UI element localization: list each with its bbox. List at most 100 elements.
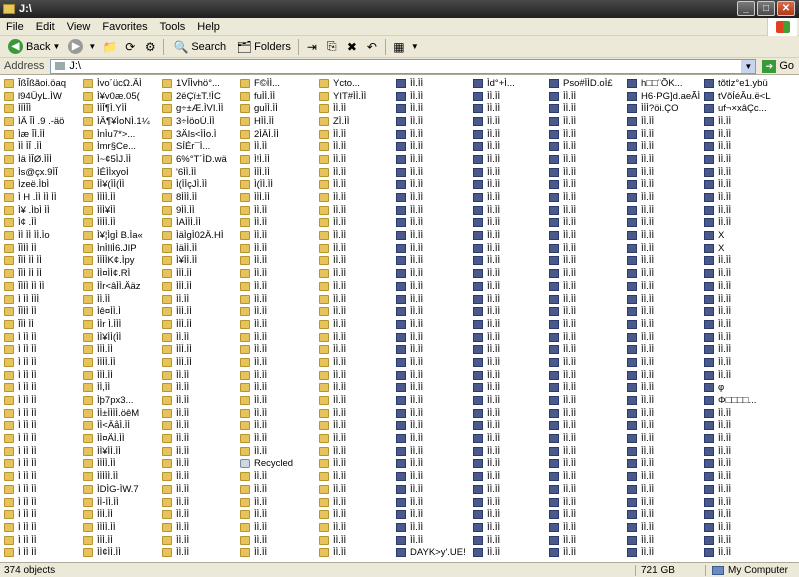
file-item[interactable]: ÌÌ.ÌÌ <box>627 293 705 306</box>
file-item[interactable]: ÌÌ.ÌÌ <box>319 255 397 268</box>
file-item[interactable]: Ì(ÌÌ.ÌÌ <box>240 179 318 192</box>
file-item[interactable]: Ì¥ÌÌ.ÌÌ <box>162 255 240 268</box>
file-item[interactable]: ÌnÌu7*>... <box>83 128 161 141</box>
file-item[interactable]: ÌÌ¢ÌÌ.ÌÌ <box>83 546 161 559</box>
file-item[interactable]: ÎÌÌ ÌÌ ÌÌ <box>4 267 82 280</box>
file-item[interactable]: Ì ÌÌ ÌÌÌ <box>4 293 82 306</box>
file-item[interactable]: ÌÌ.ÌÌ <box>473 318 551 331</box>
file-item[interactable]: fuÌÌ.ÌÌ <box>240 90 318 103</box>
file-item[interactable]: ÌÌ.ÌÌ <box>473 229 551 242</box>
file-item[interactable]: ÌÌ.ÌÌ <box>162 458 240 471</box>
minimize-button[interactable]: _ <box>737 1 755 16</box>
file-item[interactable]: ÌÌ.ÌÌ <box>549 331 627 344</box>
file-item[interactable]: 1VÎÌvhö°... <box>162 77 240 90</box>
file-item[interactable]: ÌÌ.ÌÌ <box>704 483 782 496</box>
file-item[interactable]: ÌÌ.ÌÌ <box>627 305 705 318</box>
file-item[interactable]: ÌÌ.ÌÌ <box>704 318 782 331</box>
file-item[interactable]: guÌÌ.ÌÌ <box>240 102 318 115</box>
file-item[interactable]: Φ□□□□... <box>704 394 782 407</box>
file-item[interactable]: ÌÌ¤ÌÌ¢.RÌ <box>83 267 161 280</box>
file-item[interactable]: ÌÌ.ÌÌ <box>240 382 318 395</box>
file-item[interactable]: ÌÌ.ÌÌ <box>704 217 782 230</box>
file-item[interactable]: ÌÌ.ÌÌ <box>704 293 782 306</box>
file-item[interactable]: X <box>704 229 782 242</box>
file-item[interactable]: ÌÌ.ÌÌ <box>549 356 627 369</box>
file-item[interactable]: ÌÌ.ÌÌ <box>396 305 474 318</box>
file-item[interactable]: ÌÌÌ.ÌÌ <box>162 267 240 280</box>
file-item[interactable]: ÌDÌG-ÌW.7 <box>83 483 161 496</box>
file-item[interactable]: ÌÌ,ÌÌ <box>83 382 161 395</box>
file-item[interactable]: ÌÌ.ÌÌ <box>319 267 397 280</box>
file-item[interactable]: ÎÌÌ ÌÌ ÌÌ <box>4 255 82 268</box>
file-item[interactable]: ÌÌÌÌ.ÌÌ <box>83 191 161 204</box>
file-item[interactable]: ÌÌ.ÌÌ <box>396 153 474 166</box>
file-item[interactable]: ÌÌÌÌ.ÌÌ <box>83 521 161 534</box>
file-item[interactable]: ÌÌ.ÌÌ <box>473 191 551 204</box>
file-item[interactable]: ÌAÌÌÌ.ÌÌ <box>162 217 240 230</box>
file-item[interactable]: ÌÌ.ÌÌ <box>240 204 318 217</box>
file-item[interactable]: ÌÌ.ÌÌ <box>240 255 318 268</box>
file-item[interactable]: φ <box>704 382 782 395</box>
file-item[interactable]: ÌÌ.ÌÌ <box>319 420 397 433</box>
file-item[interactable]: ÌÌ.ÌÌ <box>473 217 551 230</box>
file-item[interactable]: ÌÌ.ÌÌ <box>549 179 627 192</box>
file-item[interactable]: ÌÌÌ.ÌÌ <box>162 280 240 293</box>
file-item[interactable]: ÌÄ¶¥ÌoNÌ.1¼ <box>83 115 161 128</box>
file-item[interactable]: ÌÌ.ÌÌ <box>473 546 551 559</box>
file-item[interactable]: ÌÌ.ÌÌ <box>473 445 551 458</box>
file-item[interactable]: ÌäÌÌ.ÌÌ <box>162 242 240 255</box>
close-button[interactable]: ✕ <box>777 1 795 16</box>
file-item[interactable]: ÌÌ.ÌÌ <box>704 470 782 483</box>
file-item[interactable]: ÌÌ.ÌÌ <box>396 102 474 115</box>
file-item[interactable]: ÌÌ.ÌÌ <box>396 432 474 445</box>
file-item[interactable]: ÌÌ.ÌÌ <box>627 546 705 559</box>
menu-help[interactable]: Help <box>191 21 226 33</box>
file-item[interactable]: ÌÌÌÌ.ÌÌ <box>83 356 161 369</box>
file-item[interactable]: ÌÌ.ÌÌ <box>240 331 318 344</box>
file-item[interactable]: ÌÌÌ.ÌÌ <box>162 305 240 318</box>
file-item[interactable]: ÌÌ.ÌÌ <box>549 445 627 458</box>
file-item[interactable]: ÌÌ.ÌÌ <box>627 255 705 268</box>
file-item[interactable]: Ì ÌÌ ÌÌ <box>4 445 82 458</box>
file-item[interactable]: ÌÄ ÎÌ .9 .-äö <box>4 115 82 128</box>
file-item[interactable]: ÌÌ.ÌÌ <box>396 115 474 128</box>
file-item[interactable]: ÌÌ.ÌÌ <box>473 242 551 255</box>
file-item[interactable]: ÌÌ.ÌÌ <box>240 420 318 433</box>
file-item[interactable]: ÌÌ.ÌÌ <box>704 445 782 458</box>
go-button[interactable]: ➔ Go <box>762 59 794 73</box>
file-item[interactable]: ÌÌ.ÌÌ <box>549 217 627 230</box>
file-item[interactable]: ÌÌ.ÌÌ <box>549 128 627 141</box>
file-item[interactable]: g÷±Æ.ÌVI.ÌÌ <box>162 102 240 115</box>
address-input[interactable]: J:\ ▼ <box>50 58 757 74</box>
file-item[interactable]: 9ÌÌ.ÌÌ <box>162 204 240 217</box>
file-item[interactable]: ÌÌ.ÌÌ <box>319 369 397 382</box>
file-item[interactable]: ÌÌ.ÌÌ <box>549 483 627 496</box>
file-item[interactable]: ÌÌ.ÌÌ <box>473 420 551 433</box>
file-item[interactable]: ÌÌ.ÌÌ <box>319 166 397 179</box>
file-item[interactable]: ÌÌ.ÌÌ <box>704 521 782 534</box>
file-item[interactable]: ÌÌ.ÌÌ <box>396 128 474 141</box>
file-item[interactable]: Ì ÌÌ ÌÌ <box>4 432 82 445</box>
file-item[interactable]: ÌÌ.ÌÌ <box>627 420 705 433</box>
file-item[interactable]: ÌÌÌÌÌ.ÌÌ <box>83 470 161 483</box>
file-item[interactable]: Ì~¢5ÌJ.ÌÌ <box>83 153 161 166</box>
file-item[interactable]: ÌÌ.ÌÌ <box>473 496 551 509</box>
file-item[interactable]: ÌÌ.ÌÌ <box>704 458 782 471</box>
file-item[interactable]: ÌÌÌ.ÌÌ <box>240 166 318 179</box>
file-item[interactable]: Ì ÌÌ ÌÌ <box>4 420 82 433</box>
file-item[interactable]: ÌÌ.ÌÌ <box>319 331 397 344</box>
file-item[interactable]: ÌÌ.ÌÌ <box>240 305 318 318</box>
file-item[interactable]: ÌÌ.ÌÌ <box>704 115 782 128</box>
file-item[interactable]: ÌÌ.ÌÌ <box>627 166 705 179</box>
file-item[interactable]: 2ëÇï±T.!ÌC <box>162 90 240 103</box>
file-item[interactable]: ÌÌ.ÌÌ <box>704 420 782 433</box>
file-item[interactable]: ÌÌ.ÌÌ <box>473 407 551 420</box>
file-item[interactable]: ÌÌÌ.ÌÌ <box>162 356 240 369</box>
file-item[interactable]: ÌÌ.ÌÌ <box>319 521 397 534</box>
file-item[interactable]: ÌäÌgÌ02Ä.HÌ <box>162 229 240 242</box>
file-item[interactable]: ÌÌ.ÌÌ <box>704 153 782 166</box>
file-item[interactable]: Ì ÌÌ ÌÌ <box>4 496 82 509</box>
file-item[interactable]: Ì H .ÌÌ ÌÌ ÌÌ <box>4 191 82 204</box>
file-item[interactable]: ÌÌ.ÌÌ <box>319 191 397 204</box>
file-item[interactable]: ÌÌ.ÌÌ <box>319 445 397 458</box>
